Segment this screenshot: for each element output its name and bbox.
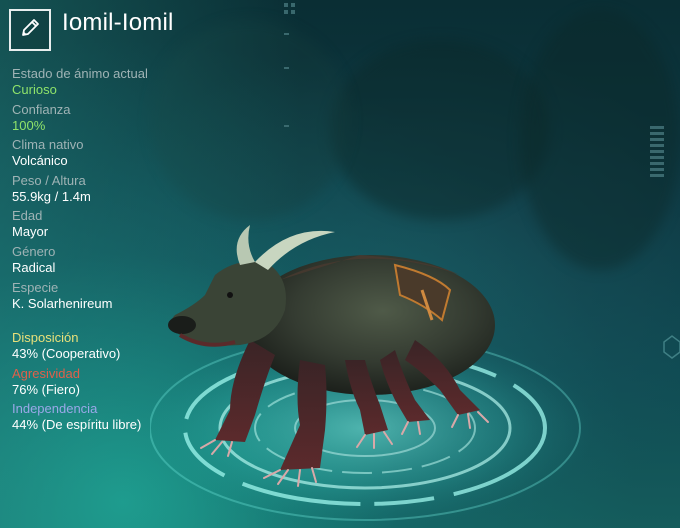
stat-value: Volcánico xyxy=(12,153,68,169)
stat-weight-height: Peso / Altura 55.9kg / 1.4m xyxy=(12,173,252,209)
edit-name-button[interactable] xyxy=(9,9,51,51)
stat-value: 55.9kg / 1.4m xyxy=(12,188,91,204)
trait-independence: Independencia 44% (De espíritu libre) xyxy=(12,401,252,437)
stat-value: Mayor xyxy=(12,224,49,240)
stat-value: Curioso xyxy=(12,82,57,97)
trait-label: Agresividad xyxy=(12,365,80,381)
stat-mood: Estado de ánimo actual Curioso xyxy=(12,66,252,102)
stat-species: Especie K. Solarhenireum xyxy=(12,280,252,316)
stat-label: Edad xyxy=(12,208,43,224)
trait-label: Independencia xyxy=(12,401,98,416)
creature-name: Iomil-Iomil xyxy=(62,9,174,36)
trait-value: 44% (De espíritu libre) xyxy=(12,417,142,432)
trait-aggression: Agresividad 76% (Fiero) xyxy=(12,366,252,402)
stat-label: Estado de ánimo actual xyxy=(12,66,148,81)
game-scene: Iomil-Iomil Estado de ánimo actual Curio… xyxy=(0,0,680,528)
stat-value: Radical xyxy=(12,259,56,275)
stat-trust: Confianza 100% xyxy=(12,102,252,138)
trait-value: 76% (Fiero) xyxy=(12,381,80,397)
stat-label: Confianza xyxy=(12,101,71,117)
trait-value: 43% (Cooperativo) xyxy=(12,346,121,361)
stat-label: Peso / Altura xyxy=(12,172,86,188)
creature-traits: Disposición 43% (Cooperativo) Agresivida… xyxy=(12,330,252,437)
stat-value: 100% xyxy=(12,117,46,133)
stat-age: Edad Mayor xyxy=(12,208,252,244)
stat-label: Género xyxy=(12,243,56,259)
stat-value: K. Solarhenireum xyxy=(12,295,113,311)
stat-label: Clima nativo xyxy=(12,137,84,153)
stat-label: Especie xyxy=(12,279,59,295)
pencil-icon xyxy=(19,17,41,44)
trait-disposition: Disposición 43% (Cooperativo) xyxy=(12,330,252,366)
creature-stats: Estado de ánimo actual Curioso Confianza… xyxy=(12,66,252,315)
stat-climate: Clima nativo Volcánico xyxy=(12,137,252,173)
stat-gender: Género Radical xyxy=(12,244,252,280)
trait-label: Disposición xyxy=(12,330,79,345)
